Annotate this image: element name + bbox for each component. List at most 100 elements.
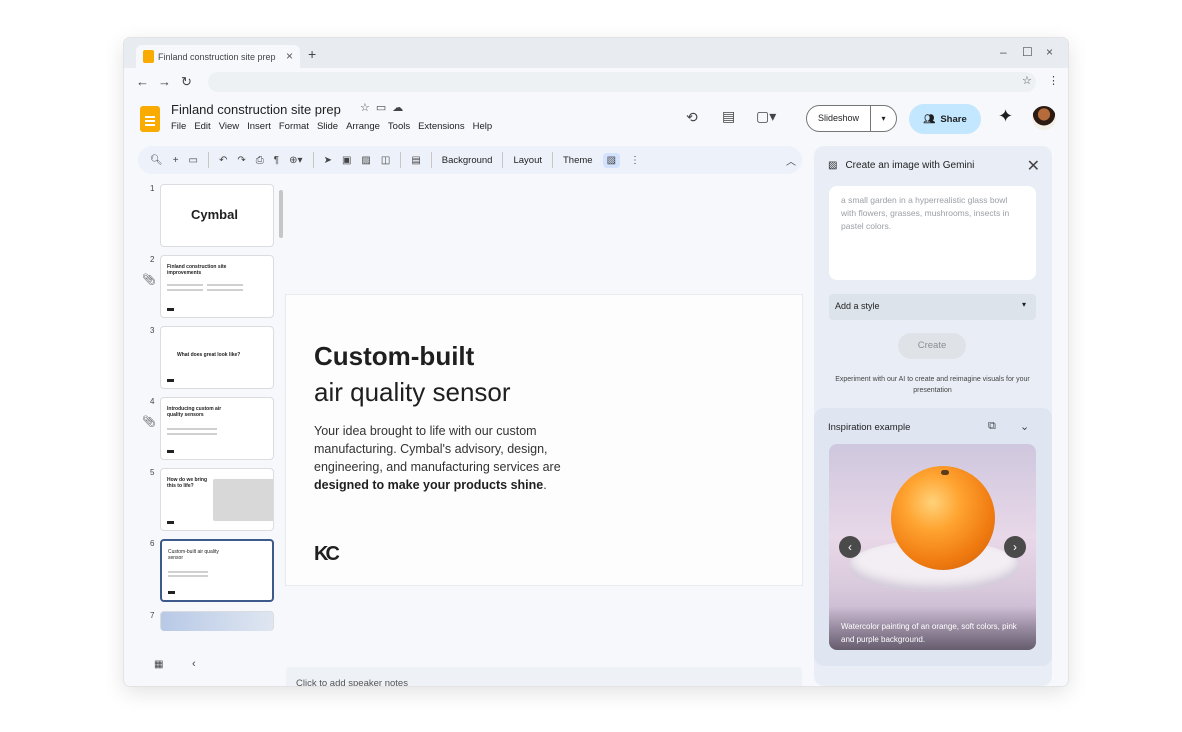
more-options-icon[interactable]: ⋮ (630, 155, 640, 166)
menu-tools[interactable]: Tools (388, 121, 410, 132)
chevron-down-icon[interactable]: ⌄ (1020, 420, 1029, 433)
thumbnail[interactable]: What does great look like? (160, 326, 274, 389)
menu-arrange[interactable]: Arrange (346, 121, 380, 132)
slide-number: 5 (150, 468, 155, 477)
prompt-input[interactable]: a small garden in a hyperrealistic glass… (829, 186, 1036, 280)
speaker-notes[interactable]: Click to add speaker notes (286, 667, 802, 686)
create-button[interactable]: Create (898, 333, 966, 359)
redo-icon[interactable]: ↷ (237, 155, 245, 166)
collapse-toolbar-icon[interactable]: ︿ (786, 153, 796, 168)
gemini-image-icon[interactable]: ▨ (602, 152, 621, 168)
thumb-title: How do we bring this to life? (167, 477, 207, 489)
avatar[interactable] (1032, 106, 1056, 130)
attachment-icon[interactable]: 📎︎ (142, 273, 156, 286)
textbox-icon[interactable]: ▣ (342, 155, 351, 166)
thumb-logo (168, 591, 175, 594)
current-slide[interactable]: Custom-built air quality sensor Your ide… (286, 295, 802, 585)
zoom-icon[interactable]: ⊕▾ (289, 155, 302, 166)
thumb-text-line (167, 428, 217, 430)
theme-button[interactable]: Theme (563, 155, 593, 166)
browser-menu-icon[interactable]: ⋮ (1048, 74, 1059, 87)
menu-insert[interactable]: Insert (247, 121, 271, 132)
share-button[interactable]: 👥︎ Share (909, 104, 981, 134)
thumbnail[interactable]: Finland construction site improvements (160, 255, 274, 318)
comments-icon[interactable]: ▤ (722, 108, 735, 125)
panel-title: Create an image with Gemini (845, 160, 975, 171)
divider (400, 152, 402, 168)
menu-file[interactable]: File (171, 121, 186, 132)
undo-icon[interactable]: ↶ (219, 155, 227, 166)
thumbnail[interactable]: Introducing custom air quality sensors (160, 397, 274, 460)
thumbnail[interactable]: How do we bring this to life? (160, 468, 274, 531)
bookmark-star-icon[interactable]: ☆ (1022, 74, 1032, 87)
address-input[interactable] (208, 72, 1036, 92)
slide-subheading[interactable]: air quality sensor (314, 377, 511, 408)
print-icon[interactable]: ⎙ (256, 155, 264, 166)
close-tab-icon[interactable]: × (286, 49, 293, 63)
next-arrow-icon[interactable]: › (1004, 536, 1026, 558)
slide-body[interactable]: Your idea brought to life with our custo… (314, 422, 574, 494)
minimize-icon[interactable]: – (1000, 45, 1007, 59)
select-icon[interactable]: ➤ (324, 155, 332, 166)
attachment-icon[interactable]: 📎︎ (142, 415, 156, 428)
maximize-icon[interactable]: ☐ (1022, 45, 1033, 59)
menu-view[interactable]: View (219, 121, 239, 132)
divider (208, 152, 209, 168)
comment-icon[interactable]: ▤ (411, 155, 420, 166)
history-icon[interactable]: ⟲ (686, 109, 698, 126)
new-slide-dropdown-icon[interactable]: ▭ (189, 155, 198, 166)
menu-format[interactable]: Format (279, 121, 309, 132)
thumb-title: Cymbal (191, 207, 238, 222)
collapse-filmstrip-icon[interactable]: ‹ (192, 658, 196, 670)
move-folder-icon[interactable]: ▭ (376, 102, 392, 114)
cloud-status-icon[interactable]: ☁ (392, 102, 409, 114)
thumb-text-line (167, 433, 217, 435)
reload-icon[interactable]: ↻ (181, 74, 192, 90)
slides-logo-icon[interactable] (140, 106, 160, 132)
title-icons: ☆▭☁ (360, 101, 409, 114)
gemini-spark-icon[interactable]: ✦ (998, 106, 1013, 127)
search-menus-icon[interactable]: 🔍︎ (150, 155, 163, 166)
menu-bar: File Edit View Insert Format Slide Arrange Tool… (171, 121, 500, 132)
style-dropdown[interactable]: Add a style ▾ (829, 294, 1036, 320)
filmstrip-scrollbar[interactable] (279, 190, 283, 238)
grid-view-icon[interactable]: ▦ (154, 659, 163, 670)
thumbnail[interactable] (160, 611, 274, 631)
prev-arrow-icon[interactable]: ‹ (839, 536, 861, 558)
menu-edit[interactable]: Edit (194, 121, 210, 132)
slideshow-button[interactable]: Slideshow ▾ (806, 105, 897, 132)
paint-format-icon[interactable]: ¶ (274, 155, 279, 166)
new-slide-icon[interactable]: + (173, 155, 179, 166)
image-icon[interactable]: ▨ (361, 155, 370, 166)
menu-extensions[interactable]: Extensions (418, 121, 464, 132)
star-icon[interactable]: ☆ (360, 102, 376, 114)
filmstrip: 1 Cymbal 2 📎︎ Finland construction site … (138, 184, 288, 684)
divider (502, 152, 504, 168)
back-icon[interactable]: ← (136, 74, 149, 89)
menu-help[interactable]: Help (473, 121, 493, 132)
browser-tab[interactable]: Finland construction site prep × (136, 45, 300, 68)
close-window-icon[interactable]: × (1046, 45, 1053, 59)
shape-icon[interactable]: ◫ (381, 155, 390, 166)
thumb-text-line (168, 571, 208, 573)
menu-slide[interactable]: Slide (317, 121, 338, 132)
meet-icon[interactable]: ▢▾ (756, 108, 776, 125)
thumbnail[interactable]: Cymbal (160, 184, 274, 247)
thumb-title: What does great look like? (177, 352, 241, 358)
slideshow-dropdown-icon[interactable]: ▾ (871, 114, 896, 123)
forward-icon[interactable]: → (158, 74, 171, 89)
thumb-logo (167, 450, 174, 453)
slide-logo[interactable]: KC (314, 543, 340, 566)
background-button[interactable]: Background (442, 155, 493, 166)
doc-title[interactable]: Finland construction site prep (171, 102, 341, 117)
image-caption: Watercolor painting of an orange, soft c… (829, 606, 1036, 650)
layout-button[interactable]: Layout (513, 155, 542, 166)
thumbnail-selected[interactable]: Custom-built air quality sensor (160, 539, 274, 602)
new-tab-button[interactable]: + (308, 46, 316, 62)
slideshow-label[interactable]: Slideshow (807, 106, 871, 131)
divider (552, 152, 553, 168)
inspiration-title: Inspiration example (828, 422, 911, 433)
slide-heading[interactable]: Custom-built (314, 341, 474, 372)
close-icon[interactable]: ✕ (1027, 156, 1040, 176)
copy-icon[interactable]: ⧉ (988, 420, 996, 433)
